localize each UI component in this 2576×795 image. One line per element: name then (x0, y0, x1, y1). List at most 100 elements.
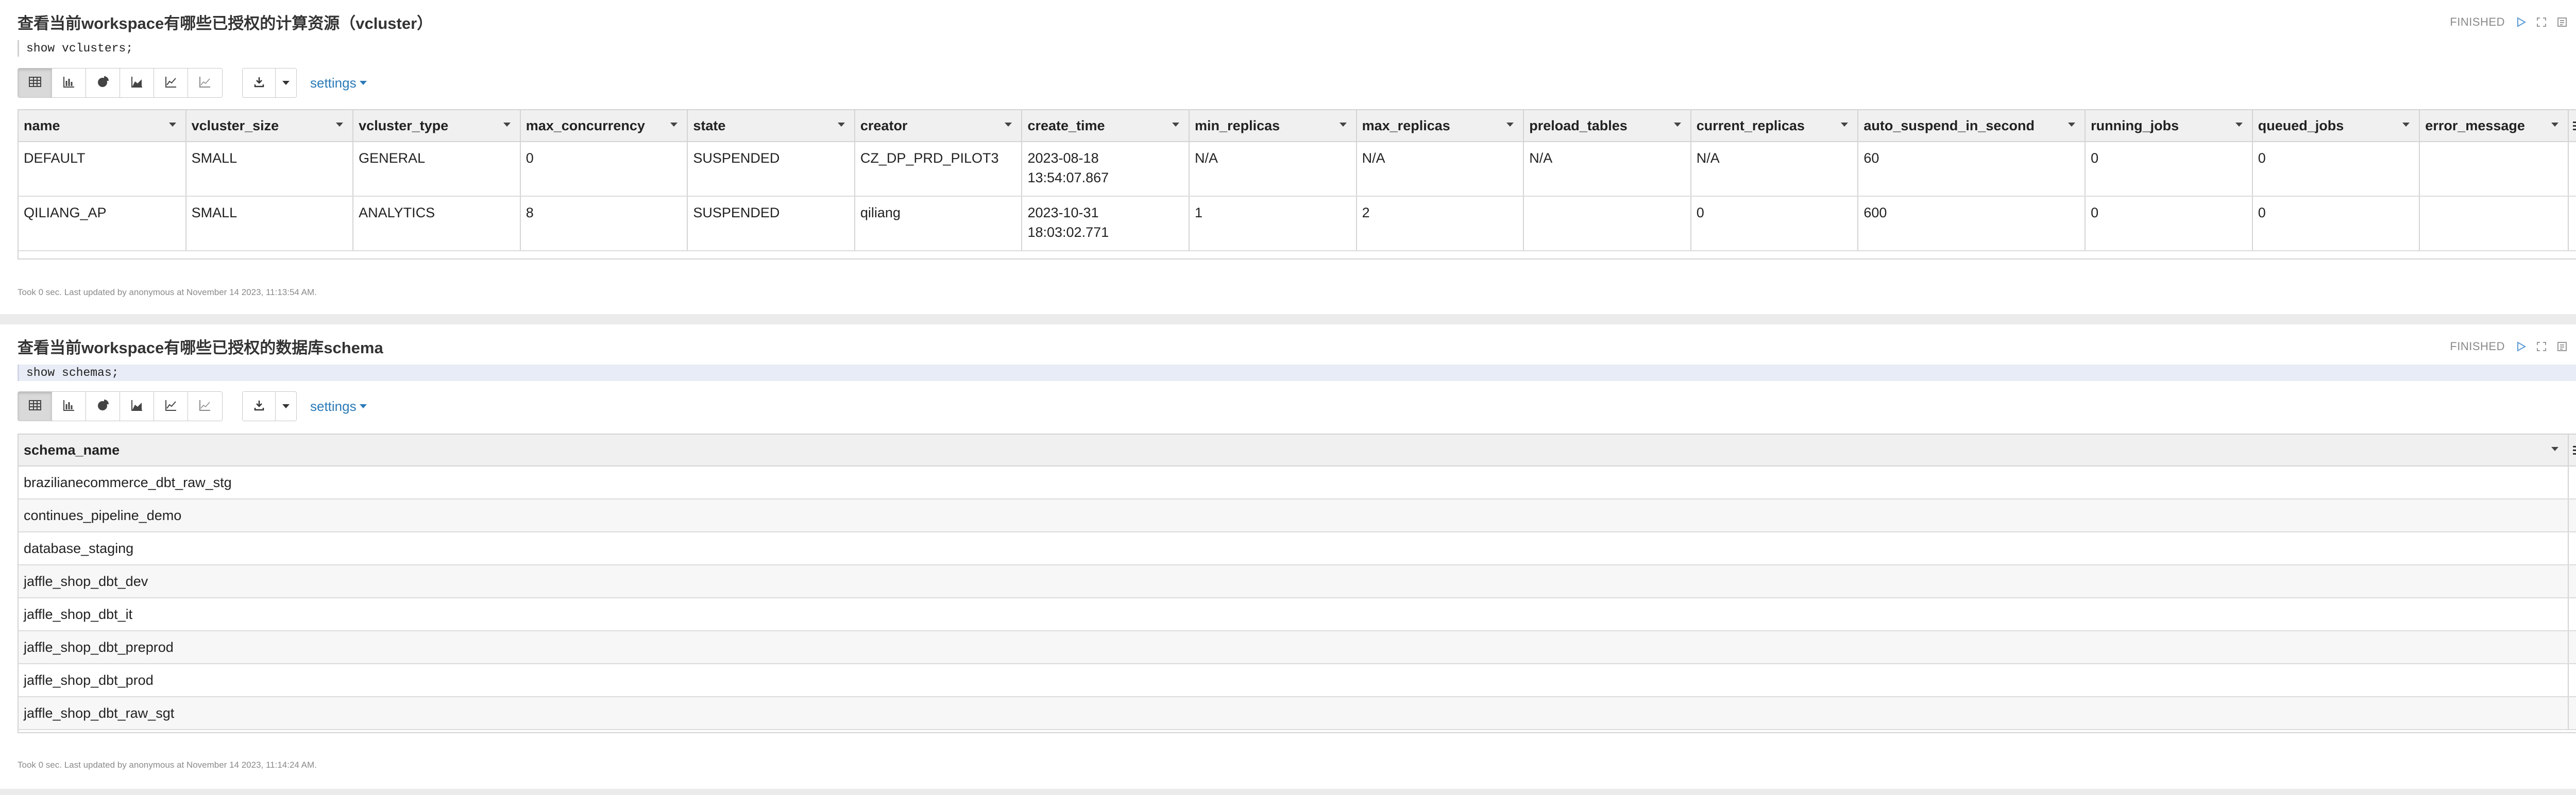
download-button[interactable] (243, 392, 276, 421)
download-button[interactable] (243, 68, 276, 97)
run-icon[interactable] (2514, 340, 2528, 353)
table-row: continues_pipeline_demo (19, 499, 2576, 532)
line-chart-button[interactable] (154, 392, 188, 421)
column-menu-button[interactable] (2568, 110, 2576, 142)
column-header-queued-jobs[interactable]: queued_jobs (2252, 110, 2420, 142)
table-cell: SMALL (185, 196, 354, 251)
table-icon (28, 398, 42, 415)
column-menu-button[interactable] (2568, 435, 2576, 466)
column-header-max-replicas[interactable]: max_replicas (1356, 110, 1524, 142)
area-chart-button[interactable] (120, 392, 154, 421)
column-header-auto-suspend-in-second[interactable]: auto_suspend_in_second (1858, 110, 2086, 142)
download-dropdown-button[interactable] (276, 68, 296, 97)
chevron-down-icon[interactable] (2551, 447, 2558, 451)
expand-icon[interactable] (2535, 15, 2548, 29)
table-cell: 2 (1356, 196, 1524, 251)
table-cell: N/A (1690, 142, 1859, 197)
column-header-max-concurrency[interactable]: max_concurrency (520, 110, 688, 142)
column-header-label: min_replicas (1195, 117, 1280, 133)
table-row: database_staging (19, 532, 2576, 565)
chevron-down-icon[interactable] (1339, 123, 1347, 127)
code-editor[interactable]: show schemas; (18, 365, 2576, 381)
bar-chart-button[interactable] (52, 392, 86, 421)
table-view-button[interactable] (18, 68, 52, 97)
table-cell: N/A (1189, 142, 1357, 197)
chevron-down-icon[interactable] (1005, 123, 1012, 127)
book-icon[interactable] (2555, 15, 2569, 29)
result-table: name vcluster_size vcluster_type max_concur… (18, 109, 2576, 260)
table-cell: 0 (2085, 142, 2253, 197)
download-icon (252, 398, 266, 415)
line-chart-button[interactable] (154, 68, 188, 97)
pie-chart-button[interactable] (86, 392, 120, 421)
table-cell (2568, 532, 2576, 565)
table-cell: SUSPENDED (687, 142, 855, 197)
column-header-create-time[interactable]: create_time (1022, 110, 1190, 142)
scatter-chart-button[interactable] (188, 392, 222, 421)
chevron-down-icon[interactable] (670, 123, 678, 127)
table-cell: 600 (1858, 196, 2086, 251)
table-cell: SUSPENDED (687, 196, 855, 251)
scatter-chart-button[interactable] (188, 68, 222, 97)
result-toolbar: settings (18, 68, 367, 98)
column-header-vcluster-type[interactable]: vcluster_type (353, 110, 521, 142)
column-header-label: state (693, 117, 726, 133)
settings-link[interactable]: settings (310, 75, 367, 91)
download-dropdown-button[interactable] (276, 392, 296, 421)
column-header-label: name (24, 117, 60, 133)
column-header-min-replicas[interactable]: min_replicas (1189, 110, 1357, 142)
table-cell (2568, 196, 2576, 251)
chevron-down-icon[interactable] (2551, 123, 2558, 127)
chevron-down-icon[interactable] (1172, 123, 1180, 127)
table-row: jaffle_shop_dbt_dev (19, 565, 2576, 598)
column-header-state[interactable]: state (687, 110, 855, 142)
table-cell: jaffle_shop_dbt_it (19, 598, 2569, 631)
chevron-down-icon[interactable] (2068, 123, 2076, 127)
column-header-current-replicas[interactable]: current_replicas (1690, 110, 1859, 142)
table-cell: 8 (520, 196, 688, 251)
chevron-down-icon[interactable] (503, 123, 511, 127)
pie-chart-button[interactable] (86, 68, 120, 97)
column-header-schema-name[interactable]: schema_name (19, 435, 2569, 466)
chevron-down-icon[interactable] (1673, 123, 1681, 127)
column-header-creator[interactable]: creator (854, 110, 1023, 142)
chevron-down-icon[interactable] (1506, 123, 1514, 127)
area-chart-icon (130, 75, 144, 92)
table-view-button[interactable] (18, 392, 52, 421)
run-icon[interactable] (2514, 15, 2528, 29)
table-cell (2568, 598, 2576, 631)
area-chart-button[interactable] (120, 68, 154, 97)
chevron-down-icon[interactable] (837, 123, 845, 127)
column-header-running-jobs[interactable]: running_jobs (2085, 110, 2253, 142)
menu-icon (2569, 121, 2576, 130)
bar-chart-button[interactable] (52, 68, 86, 97)
column-header-preload-tables[interactable]: preload_tables (1523, 110, 1691, 142)
column-header-error-message[interactable]: error_message (2419, 110, 2569, 142)
chevron-down-icon[interactable] (1841, 123, 1849, 127)
column-header-vcluster-size[interactable]: vcluster_size (185, 110, 354, 142)
table-cell: brazilianecommerce_dbt_raw_stg (19, 466, 2569, 499)
table-cell (2419, 142, 2569, 197)
expand-icon[interactable] (2535, 340, 2548, 353)
chevron-down-icon[interactable] (2402, 123, 2410, 127)
table-cell: 0 (2252, 196, 2420, 251)
chevron-down-icon[interactable] (168, 123, 176, 127)
code-editor[interactable]: show vclusters; (18, 40, 2576, 57)
book-icon[interactable] (2555, 340, 2569, 353)
paragraph-title: 查看当前workspace有哪些已授权的计算资源（vcluster） (18, 14, 433, 32)
settings-link[interactable]: settings (310, 399, 367, 414)
chevron-down-icon[interactable] (336, 123, 344, 127)
table-cell: 2023-10-31 18:03:02.771 (1022, 196, 1190, 251)
paragraph-separator (0, 314, 2576, 324)
table-cell (2568, 142, 2576, 197)
table-cell: CZ_DP_PRD_PILOT3 (854, 142, 1023, 197)
column-header-name[interactable]: name (19, 110, 187, 142)
paragraph-separator (0, 789, 2576, 795)
chevron-down-icon[interactable] (2235, 123, 2243, 127)
table-cell: jaffle_shop_dbt_prod (19, 664, 2569, 697)
table-row: jaffle_shop_dbt_it (19, 598, 2576, 631)
table-cell: N/A (1356, 142, 1524, 197)
paragraph-footer: Took 0 sec. Last updated by anonymous at… (18, 287, 317, 297)
table-cell: 1 (1189, 196, 1357, 251)
table-row: brazilianecommerce_dbt_raw_stg (19, 466, 2576, 499)
